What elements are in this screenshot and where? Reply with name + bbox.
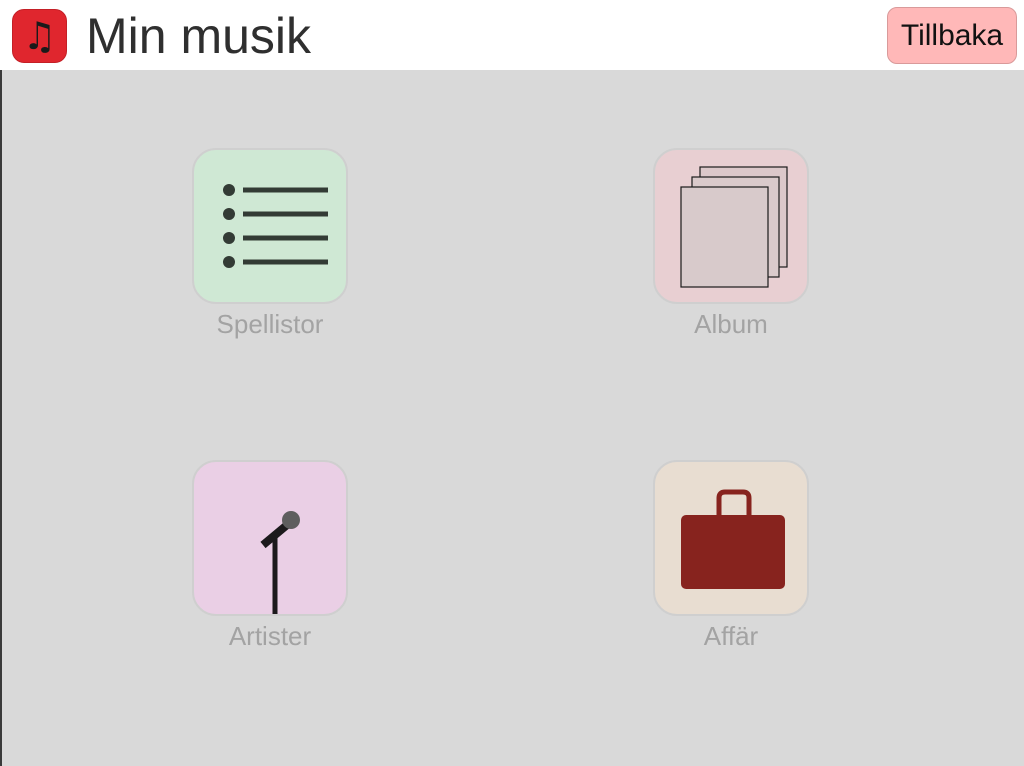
artists-tile-box[interactable] xyxy=(192,460,348,616)
back-button[interactable]: Tillbaka xyxy=(887,7,1017,64)
list-icon xyxy=(223,184,328,268)
tile-store[interactable]: Affär xyxy=(651,460,811,650)
tile-label-playlists: Spellistor xyxy=(216,309,324,339)
store-tile-box[interactable] xyxy=(653,460,809,616)
tile-label-artists: Artister xyxy=(228,621,312,651)
tile-playlists[interactable]: Spellistor xyxy=(190,148,350,338)
albums-tile-box[interactable] xyxy=(653,148,809,304)
menu-grid: Spellistor Album Artister Affär xyxy=(0,70,1024,766)
tile-artists[interactable]: Artister xyxy=(190,460,350,650)
playlists-tile-box[interactable] xyxy=(192,148,348,304)
microphone-icon xyxy=(260,511,300,614)
music-note-icon: ♫ xyxy=(12,9,67,63)
app-header: ♫ Min musik Tillbaka xyxy=(0,0,1024,70)
album-stack-icon xyxy=(680,166,788,288)
page-title: Min musik xyxy=(86,8,312,64)
tile-label-store: Affär xyxy=(703,621,759,651)
tile-albums[interactable]: Album xyxy=(651,148,811,338)
tile-label-albums: Album xyxy=(694,309,768,339)
shopping-bag-icon xyxy=(681,489,785,589)
